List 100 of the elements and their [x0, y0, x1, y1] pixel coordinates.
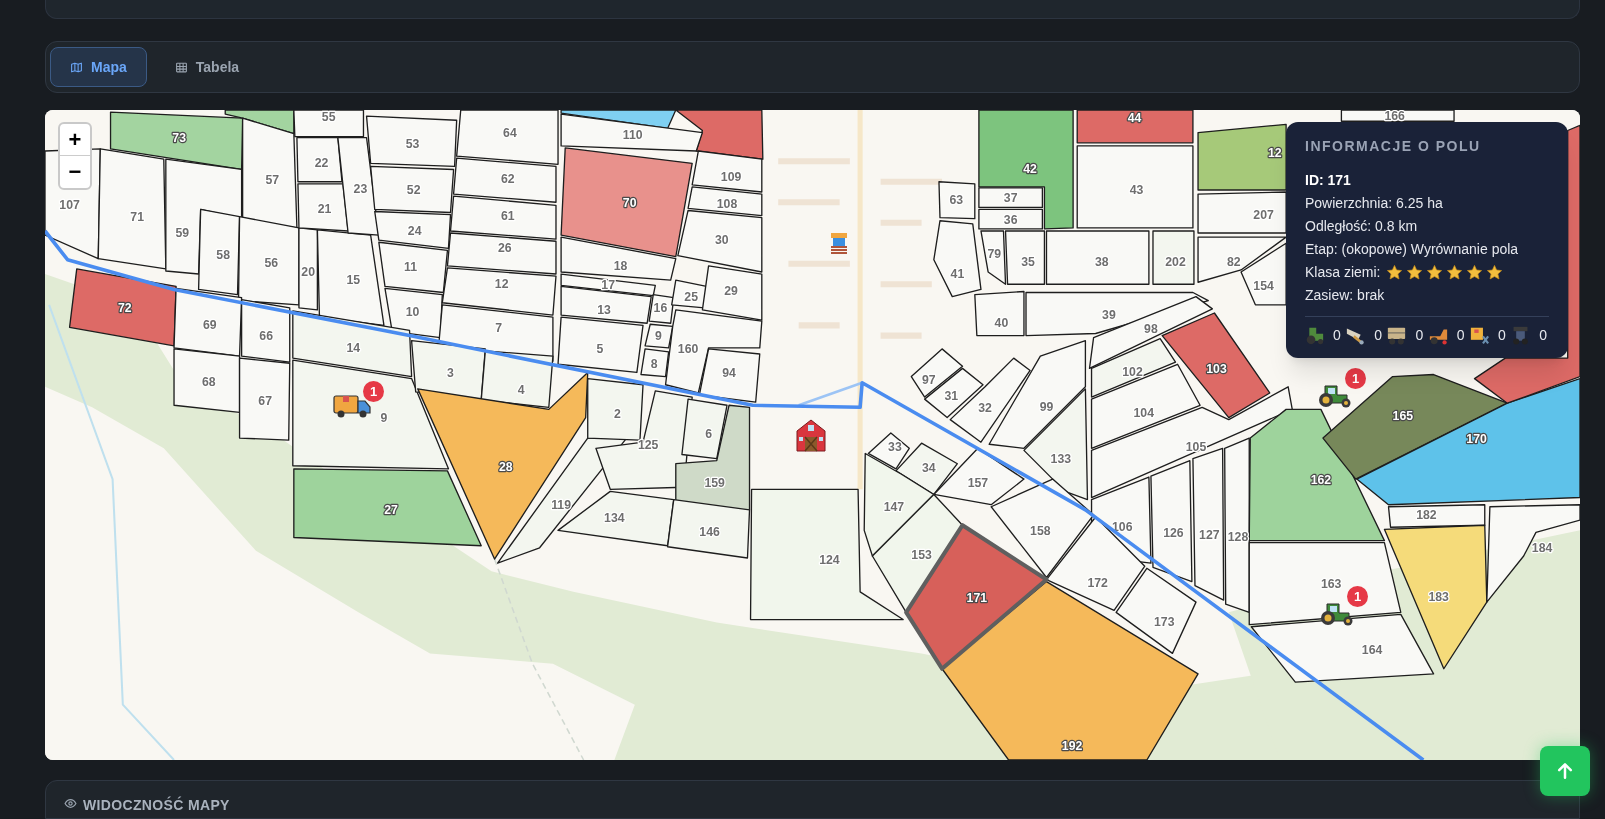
field[interactable] — [441, 267, 557, 316]
field-number: 61 — [501, 208, 515, 223]
machine-count: 0 — [1539, 326, 1547, 345]
field[interactable] — [456, 110, 559, 165]
field[interactable] — [365, 115, 458, 168]
field-number: 8 — [650, 357, 658, 372]
field[interactable] — [1486, 504, 1580, 603]
field[interactable] — [681, 398, 728, 460]
machine-icon — [1428, 326, 1448, 345]
field-number: 24 — [407, 223, 422, 238]
field-number: 133 — [1050, 451, 1072, 466]
field[interactable] — [369, 165, 455, 214]
barn-icon[interactable] — [793, 417, 829, 453]
tab[interactable]: Tabela — [154, 47, 260, 87]
field[interactable] — [978, 187, 1044, 209]
field[interactable] — [980, 230, 1007, 285]
field[interactable] — [941, 580, 1199, 760]
tab[interactable]: Mapa — [50, 47, 147, 87]
field[interactable] — [1150, 459, 1193, 583]
field-number: 184 — [1531, 540, 1553, 555]
field[interactable] — [1197, 236, 1287, 283]
field-number: 11 — [404, 259, 418, 274]
field[interactable] — [938, 181, 976, 220]
field[interactable] — [378, 241, 449, 294]
zoom-out-button[interactable]: − — [60, 156, 90, 188]
field[interactable] — [480, 350, 554, 408]
machine-icon — [1387, 326, 1407, 345]
field[interactable] — [1152, 230, 1195, 285]
field[interactable] — [1004, 230, 1046, 285]
zoom-in-button[interactable]: + — [60, 124, 90, 156]
machine-icon — [1511, 326, 1531, 345]
field[interactable] — [296, 137, 343, 183]
field-number: 9 — [380, 410, 388, 425]
field[interactable] — [560, 113, 704, 152]
field[interactable] — [863, 452, 935, 557]
field[interactable] — [374, 210, 452, 250]
field[interactable] — [452, 157, 557, 203]
field-number: 163 — [1320, 576, 1342, 591]
field[interactable] — [640, 348, 670, 378]
field-number: 97 — [921, 372, 936, 387]
field[interactable] — [97, 148, 167, 270]
field-number: 20 — [301, 265, 315, 279]
field-number: 128 — [1227, 529, 1249, 544]
eye-icon — [64, 797, 77, 810]
field-number: 134 — [604, 511, 625, 526]
field-number: 158 — [1030, 524, 1051, 539]
field-number: 27 — [384, 502, 398, 517]
map-icon — [70, 60, 83, 74]
building-icon[interactable] — [828, 231, 850, 257]
field-number: 31 — [944, 389, 959, 404]
field[interactable] — [1224, 437, 1250, 614]
star-icon — [1486, 264, 1504, 281]
field[interactable] — [293, 110, 365, 138]
field[interactable] — [666, 498, 751, 559]
field[interactable] — [675, 404, 751, 511]
field[interactable] — [675, 110, 764, 160]
field-number: 66 — [259, 328, 273, 343]
field[interactable] — [691, 150, 763, 193]
field-number: 43 — [1129, 182, 1144, 197]
field-number: 105 — [1185, 440, 1207, 455]
field[interactable] — [1248, 408, 1386, 542]
scroll-top-button[interactable] — [1540, 746, 1590, 796]
field[interactable] — [1250, 613, 1435, 683]
field-number: 147 — [883, 499, 905, 514]
field[interactable] — [68, 268, 177, 347]
field-number: 52 — [406, 182, 421, 197]
field[interactable] — [238, 357, 291, 441]
field[interactable] — [173, 287, 243, 357]
field[interactable] — [904, 523, 1049, 671]
field-number: 125 — [637, 438, 659, 453]
field-number: 71 — [130, 209, 144, 224]
field[interactable] — [1115, 567, 1197, 655]
field[interactable] — [1161, 312, 1271, 419]
field-number: 68 — [202, 374, 216, 389]
field-number: 12 — [1268, 146, 1282, 161]
field-number: 37 — [1003, 191, 1018, 206]
field[interactable] — [449, 195, 557, 240]
panel-title: WIDOCZNOŚĆ MAPY — [83, 795, 230, 815]
field[interactable] — [1197, 123, 1287, 191]
field[interactable] — [298, 227, 319, 311]
field[interactable] — [978, 110, 1074, 230]
field[interactable] — [109, 111, 244, 171]
truck-icon[interactable] — [333, 393, 371, 419]
star-icon — [1466, 264, 1484, 281]
field-number: 110 — [622, 127, 643, 142]
field-number: 202 — [1165, 254, 1186, 269]
field[interactable] — [1197, 191, 1287, 234]
field-number: 30 — [715, 233, 729, 248]
field[interactable] — [557, 316, 644, 374]
field[interactable] — [237, 215, 300, 306]
field[interactable] — [587, 377, 644, 441]
field[interactable] — [1076, 145, 1194, 229]
field[interactable] — [974, 290, 1025, 337]
field[interactable] — [560, 147, 693, 258]
field[interactable] — [1383, 524, 1488, 670]
field[interactable] — [1045, 230, 1150, 285]
field-number: 126 — [1163, 526, 1184, 541]
field-number: 98 — [1144, 322, 1158, 337]
field[interactable] — [978, 208, 1044, 230]
field[interactable] — [293, 468, 482, 547]
